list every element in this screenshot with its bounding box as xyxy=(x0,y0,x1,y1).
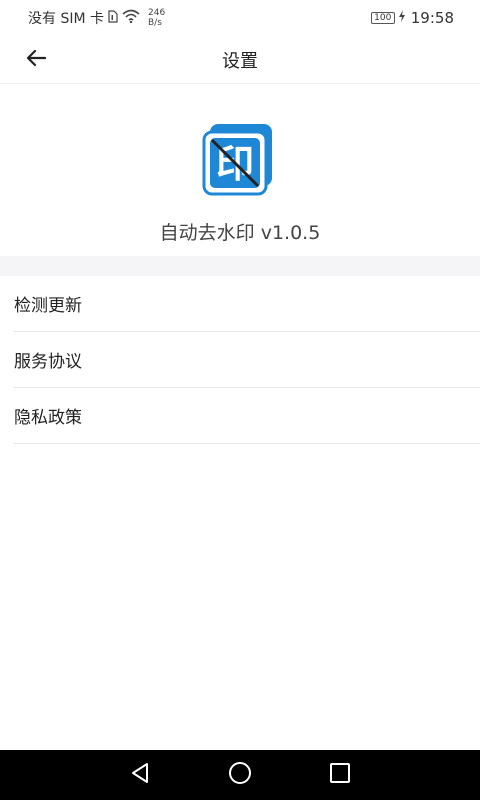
app-info-section: 印 自动去水印 v1.0.5 xyxy=(0,84,480,256)
menu-item-label: 服务协议 xyxy=(14,352,82,372)
clock-time: 19:58 xyxy=(410,9,454,27)
network-speed-unit: B/s xyxy=(148,18,162,28)
network-speed: 246 B/s xyxy=(148,8,165,28)
menu-item-service-agreement[interactable]: 服务协议 xyxy=(14,332,480,388)
menu-item-label: 隐私政策 xyxy=(14,408,82,428)
charging-bolt-icon xyxy=(398,10,405,26)
app-header: 设置 xyxy=(0,36,480,84)
menu-item-label: 检测更新 xyxy=(14,296,82,316)
nav-back-button[interactable] xyxy=(122,757,158,793)
menu-item-privacy-policy[interactable]: 隐私政策 xyxy=(14,388,480,444)
circle-home-icon xyxy=(228,761,252,789)
carrier-text: 没有 SIM 卡 xyxy=(28,11,104,27)
battery-level: 100 xyxy=(374,13,392,23)
section-divider xyxy=(0,256,480,276)
triangle-back-icon xyxy=(129,762,151,788)
app-logo-icon: 印 xyxy=(202,122,278,198)
wifi-icon xyxy=(122,9,140,27)
network-speed-value: 246 xyxy=(148,8,166,18)
status-bar: 没有 SIM 卡 246 B/s 100 19:58 xyxy=(0,0,480,36)
status-bar-right: 100 19:58 xyxy=(370,9,454,27)
settings-menu: 检测更新 服务协议 隐私政策 xyxy=(0,276,480,444)
back-button[interactable] xyxy=(18,44,54,76)
square-recents-icon xyxy=(329,762,351,788)
sim-icon xyxy=(108,9,118,27)
nav-recents-button[interactable] xyxy=(322,757,358,793)
status-bar-left: 没有 SIM 卡 246 B/s xyxy=(28,8,165,28)
system-nav-bar xyxy=(0,750,480,800)
settings-screen: 没有 SIM 卡 246 B/s 100 19:58 设置 自动去水印 v1.0… xyxy=(0,0,480,800)
page-title: 设置 xyxy=(222,50,258,72)
battery-icon: 100 xyxy=(370,12,395,24)
nav-home-button[interactable] xyxy=(222,757,258,793)
arrow-left-icon xyxy=(26,49,47,71)
app-name-version: 自动去水印 v1.0.5 xyxy=(159,222,321,244)
menu-item-check-update[interactable]: 检测更新 xyxy=(14,276,480,332)
